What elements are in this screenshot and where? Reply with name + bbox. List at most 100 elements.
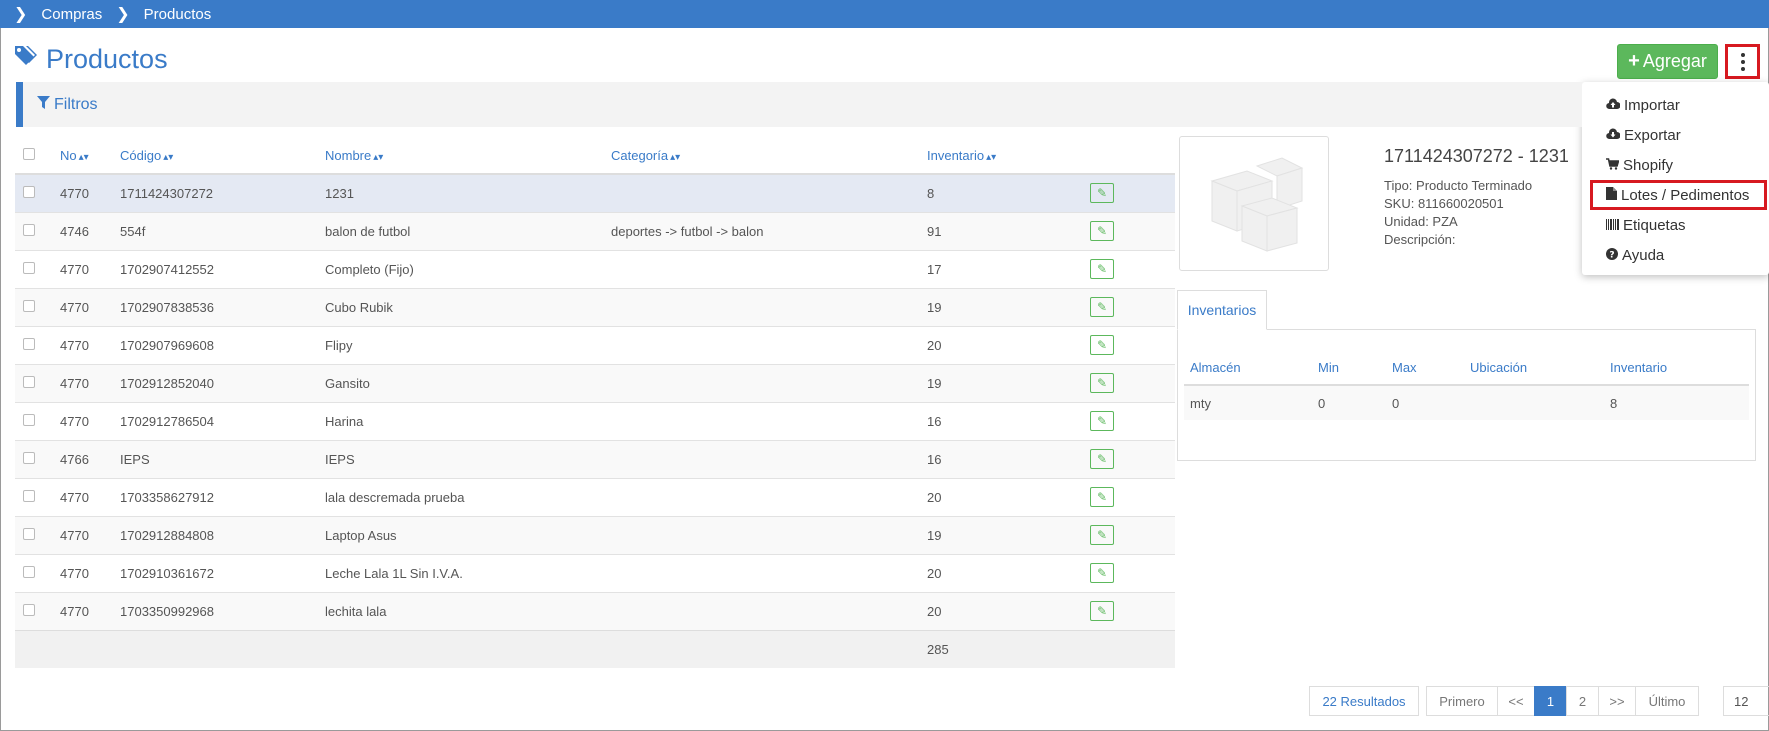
svg-text:?: ?	[1609, 250, 1614, 260]
column-header-no[interactable]: No ▴▾	[60, 138, 120, 175]
select-all-checkbox[interactable]	[23, 148, 35, 160]
edit-icon[interactable]: ✎	[1090, 411, 1114, 431]
page-2-button[interactable]: 2	[1566, 686, 1599, 716]
table-row[interactable]: 4746 554f balon de futbol deportes -> futbo…	[15, 211, 1175, 250]
product-detail-info: Tipo: Producto Terminado SKU: 8116600205…	[1384, 177, 1532, 249]
table-total-row: 285	[15, 629, 1175, 668]
filters-panel-toggle[interactable]: Filtros	[16, 82, 1582, 127]
table-row[interactable]: 4770 1702907838536 Cubo Rubik 19 ✎	[15, 287, 1175, 326]
edit-icon[interactable]: ✎	[1090, 373, 1114, 393]
cell-codigo: 1703350992968	[120, 591, 325, 630]
edit-icon[interactable]: ✎	[1090, 449, 1114, 469]
cell-nombre: lechita lala	[325, 591, 611, 630]
cell-categoria	[611, 287, 927, 326]
page-first-button[interactable]: Primero	[1426, 686, 1498, 716]
per-page-select[interactable]: 12	[1723, 686, 1769, 716]
cell-categoria: deportes -> futbol -> balon	[611, 211, 927, 250]
menu-item-etiquetas[interactable]: Etiquetas	[1582, 210, 1769, 240]
page-next-button[interactable]: >>	[1598, 686, 1636, 716]
cell-no: 4770	[60, 553, 120, 592]
chevron-right-icon: ❯	[116, 6, 130, 23]
edit-icon[interactable]: ✎	[1090, 563, 1114, 583]
row-checkbox[interactable]	[23, 223, 35, 236]
menu-item-ayuda[interactable]: ? Ayuda	[1582, 240, 1769, 270]
page-title-text: Productos	[46, 44, 168, 74]
column-header-codigo[interactable]: Código ▴▾	[120, 138, 325, 175]
table-row[interactable]: 4770 1702912852040 Gansito 19 ✎	[15, 363, 1175, 402]
page-prev-button[interactable]: <<	[1497, 686, 1535, 716]
cell-inventario: 17	[927, 249, 1090, 288]
edit-icon[interactable]: ✎	[1090, 335, 1114, 355]
cell-nombre: lala descremada prueba	[325, 477, 611, 516]
cell-categoria	[611, 477, 927, 516]
edit-icon[interactable]: ✎	[1090, 183, 1114, 204]
table-row[interactable]: 4770 1703350992968 lechita lala 20 ✎	[15, 591, 1175, 630]
column-header-inventario[interactable]: Inventario ▴▾	[927, 138, 1090, 175]
row-checkbox[interactable]	[23, 185, 35, 198]
row-checkbox[interactable]	[23, 451, 35, 464]
page-1-button[interactable]: 1	[1534, 686, 1567, 716]
edit-icon[interactable]: ✎	[1090, 297, 1114, 317]
cell-categoria	[611, 553, 927, 592]
cell-categoria	[611, 249, 927, 288]
edit-icon[interactable]: ✎	[1090, 601, 1114, 621]
row-checkbox[interactable]	[23, 565, 35, 578]
tags-icon	[14, 44, 46, 75]
cell-inventario: 20	[927, 477, 1090, 516]
kebab-icon	[1740, 52, 1745, 71]
edit-icon[interactable]: ✎	[1090, 525, 1114, 545]
cell-categoria	[611, 401, 927, 440]
row-checkbox[interactable]	[23, 527, 35, 540]
row-checkbox[interactable]	[23, 413, 35, 426]
tab-inventarios[interactable]: Inventarios	[1177, 290, 1267, 330]
more-options-button[interactable]	[1725, 44, 1760, 79]
cell-inventario: 19	[927, 287, 1090, 326]
row-checkbox[interactable]	[23, 603, 35, 616]
cell-codigo: 1702907412552	[120, 249, 325, 288]
row-checkbox[interactable]	[23, 337, 35, 350]
table-row[interactable]: 4766 IEPS IEPS 16 ✎	[15, 439, 1175, 478]
cell-codigo: 1703358627912	[120, 477, 325, 516]
inventory-header-row: Almacén Min Max Ubicación Inventario	[1184, 351, 1749, 386]
column-header-categoria[interactable]: Categoría ▴▾	[611, 138, 927, 175]
breadcrumb-item-compras[interactable]: Compras	[41, 6, 102, 23]
table-header-row: No ▴▾ Código ▴▾ Nombre ▴▾ Categoría ▴▾ Inven…	[15, 138, 1175, 175]
inv-column-inventario: Inventario	[1604, 351, 1749, 386]
sort-icon: ▴▾	[670, 152, 681, 163]
menu-item-exportar[interactable]: Exportar	[1582, 120, 1769, 150]
table-row[interactable]: 4770 1702907412552 Completo (Fijo) 17 ✎	[15, 249, 1175, 288]
table-row[interactable]: 4770 1711424307272 1231 8 ✎	[15, 173, 1175, 212]
cell-no: 4770	[60, 249, 120, 288]
cell-nombre: Gansito	[325, 363, 611, 402]
table-row[interactable]: 4770 1703358627912 lala descremada prueba 2…	[15, 477, 1175, 516]
menu-item-lotes-pedimentos[interactable]: Lotes / Pedimentos	[1590, 180, 1767, 210]
table-row[interactable]: 4770 1702907969608 Flipy 20 ✎	[15, 325, 1175, 364]
table-row[interactable]: 4770 1702910361672 Leche Lala 1L Sin I.V.A…	[15, 553, 1175, 592]
row-checkbox[interactable]	[23, 489, 35, 502]
add-button[interactable]: + Agregar	[1617, 44, 1718, 79]
menu-item-shopify[interactable]: Shopify	[1582, 150, 1769, 180]
cell-no: 4770	[60, 325, 120, 364]
table-row[interactable]: 4770 1702912884808 Laptop Asus 19 ✎	[15, 515, 1175, 554]
cart-icon	[1606, 157, 1623, 174]
breadcrumb-item-productos[interactable]: Productos	[144, 6, 212, 23]
edit-icon[interactable]: ✎	[1090, 487, 1114, 507]
edit-icon[interactable]: ✎	[1090, 259, 1114, 279]
row-checkbox[interactable]	[23, 299, 35, 312]
cell-nombre: 1231	[325, 173, 611, 212]
product-unit: Unidad: PZA	[1384, 214, 1458, 229]
cell-no: 4766	[60, 439, 120, 478]
menu-item-importar[interactable]: Importar	[1582, 90, 1769, 120]
cell-categoria	[611, 325, 927, 364]
column-header-nombre[interactable]: Nombre ▴▾	[325, 138, 611, 175]
cell-codigo: IEPS	[120, 439, 325, 478]
sort-icon: ▴▾	[163, 152, 174, 163]
column-header-actions	[1090, 138, 1175, 175]
cell-nombre: IEPS	[325, 439, 611, 478]
page-last-button[interactable]: Último	[1635, 686, 1699, 716]
row-checkbox[interactable]	[23, 375, 35, 388]
cell-inventario: 20	[927, 325, 1090, 364]
table-row[interactable]: 4770 1702912786504 Harina 16 ✎	[15, 401, 1175, 440]
edit-icon[interactable]: ✎	[1090, 221, 1114, 241]
row-checkbox[interactable]	[23, 261, 35, 274]
